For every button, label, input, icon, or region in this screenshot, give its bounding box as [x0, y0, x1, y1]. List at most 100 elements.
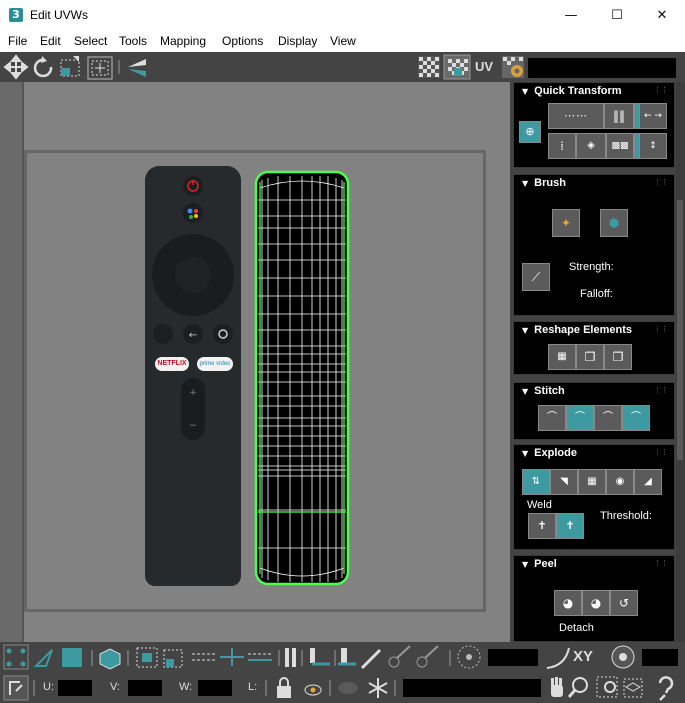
menu-select[interactable]: Select — [74, 34, 107, 48]
paint-brush-icon[interactable] — [360, 648, 382, 670]
close-button[interactable]: ✕ — [639, 0, 685, 31]
edge-loop-icon[interactable] — [248, 653, 272, 661]
scale-icon[interactable] — [60, 56, 80, 77]
falloff-value-field[interactable] — [488, 649, 538, 666]
grow-select-icon[interactable] — [136, 647, 158, 668]
u-value-field[interactable] — [58, 680, 92, 696]
align-vertical-icon: ‖‖ — [613, 109, 625, 123]
grip-icon: ⋮⋮ — [654, 178, 668, 186]
distribute-icon: ▩▩ — [611, 141, 629, 151]
uv-label[interactable]: UV — [475, 59, 493, 74]
uv-mesh-wireframe[interactable] — [254, 170, 350, 586]
shrink-select-icon[interactable] — [163, 649, 183, 668]
align-center-button[interactable]: ◈ — [576, 133, 606, 159]
rollout-title-peel[interactable]: ▼ Peel — [522, 558, 557, 570]
maximize-button[interactable]: ☐ — [594, 0, 640, 31]
zoom-extents-icon[interactable] — [623, 678, 643, 698]
explode-by-polygon-button[interactable]: ◥ — [550, 469, 578, 495]
settings-value-field[interactable] — [642, 649, 678, 666]
vertex-select-icon[interactable] — [3, 644, 29, 670]
freeform-icon[interactable] — [87, 56, 113, 80]
visibility-icon[interactable] — [304, 684, 322, 696]
soft-selection-icon[interactable] — [457, 645, 481, 669]
break-button[interactable]: ⇅ — [522, 469, 550, 495]
rollout-title-brush[interactable]: ▼ Brush — [522, 177, 566, 189]
menu-display[interactable]: Display — [278, 34, 317, 48]
stitch-custom-button[interactable]: ⌒ — [538, 405, 566, 431]
align-left-button[interactable]: ⁞ — [548, 133, 576, 159]
zoom-region-icon[interactable] — [596, 676, 618, 698]
loop-select-icon[interactable] — [192, 653, 216, 661]
stitch-to-target-button[interactable]: ⌒ — [566, 405, 594, 431]
hide-icon[interactable] — [338, 682, 358, 694]
explode-by-material-button[interactable]: ◉ — [606, 469, 634, 495]
settings-icon[interactable] — [502, 56, 524, 78]
paint-select-icon[interactable] — [285, 648, 296, 667]
w-value-field[interactable] — [198, 680, 232, 696]
menu-tools[interactable]: Tools — [119, 34, 147, 48]
rollout-title-explode[interactable]: ▼ Explode — [522, 447, 577, 459]
rollout-title-reshape[interactable]: ▼ Reshape Elements — [522, 324, 632, 336]
relax-settings-button[interactable]: ❐ — [604, 344, 632, 370]
align-horizontal-button[interactable]: ⋯⋯ — [548, 103, 604, 129]
face-select-icon[interactable] — [62, 648, 82, 667]
freeze-icon[interactable] — [368, 678, 388, 698]
checker-pattern-icon[interactable] — [418, 56, 440, 78]
uv-viewport[interactable]: ← + − NETFLIX prime video — [0, 82, 510, 642]
xy-label[interactable]: XY — [573, 648, 593, 665]
selection-toolbar: XY — [0, 642, 685, 673]
menu-view[interactable]: View — [330, 34, 356, 48]
brush-grow-icon[interactable] — [388, 645, 411, 668]
paint-move-button[interactable]: ✦ — [552, 209, 580, 237]
element-select-icon[interactable] — [99, 648, 121, 670]
rotate-icon[interactable] — [33, 56, 53, 78]
pan-hand-icon[interactable] — [551, 677, 563, 697]
lock-icon[interactable] — [277, 677, 291, 698]
settings-gear-icon[interactable] — [611, 645, 635, 669]
weld-selected-button[interactable]: ✝ — [528, 513, 556, 539]
stitch-average-button[interactable]: ⌒ — [594, 405, 622, 431]
flatten-button[interactable]: ◢ — [634, 469, 662, 495]
help-icon[interactable] — [658, 676, 674, 701]
set-pivot-button[interactable]: ⊕ — [519, 121, 541, 143]
rollout-title-quick-transform[interactable]: ▼ Quick Transform — [522, 85, 622, 97]
menu-mapping[interactable]: Mapping — [160, 34, 206, 48]
zoom-icon[interactable] — [567, 677, 588, 698]
explode-by-smoothing-button[interactable]: ▦ — [578, 469, 606, 495]
quick-peel-button[interactable]: ◕ — [554, 590, 582, 616]
falloff-curve-icon[interactable] — [546, 647, 570, 669]
menu-file[interactable]: File — [8, 34, 27, 48]
ring-select-icon[interactable] — [220, 648, 244, 666]
select-overlap-icon[interactable] — [338, 648, 356, 666]
edge-select-icon[interactable] — [33, 649, 53, 667]
stitch-custom-icon: ⌒ — [547, 412, 557, 423]
weld-target-button[interactable]: ✝ — [556, 513, 584, 539]
peel-mode-button[interactable]: ◕ — [582, 590, 610, 616]
relax-brush-button[interactable]: ⬢ — [600, 209, 628, 237]
rollout-title-stitch[interactable]: ▼ Stitch — [522, 385, 565, 397]
u-label: U: — [43, 681, 54, 693]
distribute-button[interactable]: ▩▩ — [606, 133, 634, 159]
move-icon[interactable] — [3, 54, 29, 80]
space-horizontal-button[interactable]: ← → — [639, 103, 667, 129]
panel-scrollbar-thumb[interactable] — [677, 200, 683, 460]
v-value-field[interactable] — [128, 680, 162, 696]
minimize-button[interactable]: — — [548, 0, 594, 31]
reset-peel-button[interactable]: ↺ — [610, 590, 638, 616]
menu-edit[interactable]: Edit — [40, 34, 61, 48]
checker-toggle-icon[interactable] — [443, 54, 471, 80]
space-vertical-button[interactable]: ↕ — [639, 133, 667, 159]
select-by-element-uv-icon[interactable] — [310, 648, 330, 666]
threshold-label: Threshold: — [600, 510, 652, 522]
falloff-curve-button[interactable]: ⟋ — [522, 263, 550, 291]
relax-button[interactable]: ❐ — [576, 344, 604, 370]
menu-options[interactable]: Options — [222, 34, 263, 48]
stitch-source-button[interactable]: ⌒ — [622, 405, 650, 431]
align-left-icon: ⁞ — [560, 139, 564, 153]
absolute-offset-icon[interactable] — [3, 675, 29, 701]
align-vertical-button[interactable]: ‖‖ — [604, 103, 634, 129]
straighten-button[interactable]: ▦ — [548, 344, 576, 370]
mirror-icon[interactable] — [128, 59, 146, 77]
brush-shrink-icon[interactable] — [416, 645, 439, 668]
filter-field[interactable] — [403, 679, 541, 697]
